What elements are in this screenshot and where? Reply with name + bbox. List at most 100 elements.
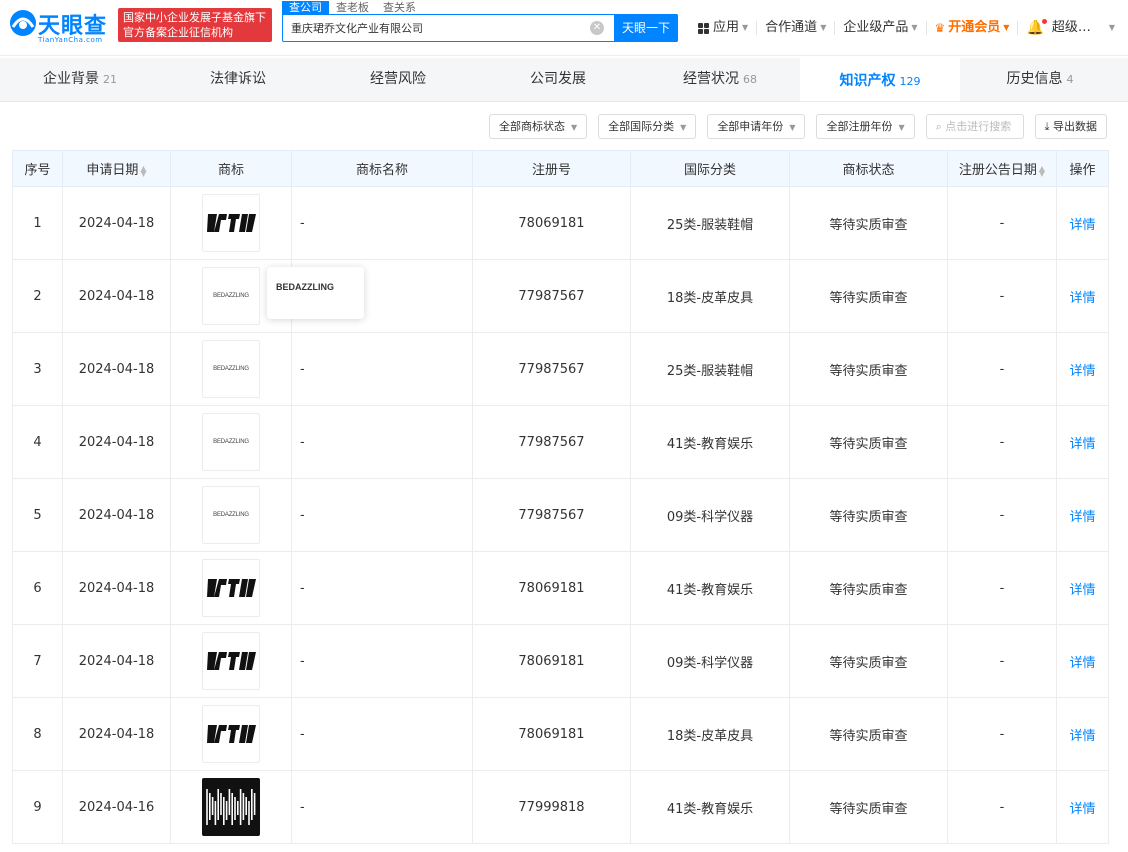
detail-link[interactable]: 详情 — [1069, 218, 1095, 233]
trademark-image[interactable] — [202, 194, 260, 252]
filter-status-dropdown[interactable]: 全部商标状态 ▼ — [489, 114, 588, 139]
cell-intl-class: 09类-科学仪器 — [630, 478, 790, 552]
col-header-apply-date[interactable]: 申请日期 ▲ ▼ — [62, 150, 171, 187]
cell-apply-date: 2024-04-18 — [62, 259, 171, 333]
search-tab-company[interactable]: 查公司 — [282, 1, 329, 15]
clear-icon[interactable]: ✕ — [590, 21, 604, 35]
tab-count: 21 — [103, 73, 117, 86]
nav-partner[interactable]: 合作通道 ▼ — [757, 20, 836, 35]
badge-line-1: 国家中小企业发展子基金旗下 — [123, 11, 266, 24]
detail-link[interactable]: 详情 — [1069, 729, 1095, 744]
cell-intl-class: 25类-服装鞋帽 — [630, 186, 790, 260]
col-header-label: 注册公告日期 — [958, 163, 1037, 178]
table-header-row: 序号 申请日期 ▲ ▼ 商标 商标名称 注册号 国际分类 商标状态 注册公告日期 ▲ ▼… — [12, 150, 1109, 187]
cell-op: 详情 — [1056, 697, 1109, 771]
cell-trademark-name: - — [291, 697, 473, 771]
detail-link[interactable]: 详情 — [1069, 802, 1095, 817]
cell-apply-date: 2024-04-18 — [62, 332, 171, 406]
logo-mark-icon — [10, 10, 36, 36]
cell-pub-date: - — [947, 405, 1057, 479]
search-type-tabs: 查公司 查老板 查关系 — [282, 0, 423, 15]
tianyancha-logo[interactable]: 天眼查 TianYanCha.com — [8, 6, 113, 46]
chevron-down-icon: ▼ — [1108, 23, 1116, 32]
table-row: 4 2024-04-18 BEDAZZLING -77987567 41类-教育娱乐 等待… — [12, 405, 1109, 479]
table-row: 3 2024-04-18 BEDAZZLING -77987567 25类-服装鞋帽 等待… — [12, 332, 1109, 406]
export-button[interactable]: ⤓ 导出数据 — [1034, 114, 1107, 139]
cell-status: 等待实质审查 — [789, 405, 948, 479]
badge-line-2: 官方备案企业征信机构 — [123, 26, 233, 39]
cell-trademark-name: - — [291, 186, 473, 260]
filter-class-dropdown[interactable]: 全部国际分类 ▼ — [598, 114, 697, 139]
sort-icon[interactable]: ▲ ▼ — [1039, 164, 1045, 177]
trademark-image[interactable]: BEDAZZLING — [202, 340, 260, 398]
cell-reg-no: 78069181 — [472, 551, 631, 625]
tab-development[interactable]: 公司发展 — [480, 58, 640, 101]
cell-intl-class: 41类-教育娱乐 — [630, 551, 790, 625]
cell-intl-class: 41类-教育娱乐 — [630, 405, 790, 479]
trademark-image[interactable]: BEDAZZLING — [202, 267, 260, 325]
search-tab-boss[interactable]: 查老板 — [329, 1, 376, 15]
trademark-image[interactable] — [202, 705, 260, 763]
table-row: 7 2024-04-18-78069181 09类-科学仪器 等待实质审查 - 详情 — [12, 624, 1109, 698]
nav-vip[interactable]: ♛ 开通会员 ▼ — [927, 21, 1019, 35]
col-header-pub-date[interactable]: 注册公告日期 ▲ ▼ — [947, 150, 1057, 187]
table-body: 1 2024-04-18-78069181 25类-服装鞋帽 等待实质审查 - 详情 2 20… — [12, 186, 1109, 844]
cell-trademark — [170, 770, 292, 844]
sort-icon[interactable]: ▲ ▼ — [140, 164, 146, 177]
bell-icon[interactable]: 🔔 — [1026, 19, 1047, 35]
trademark-image[interactable]: BEDAZZLING — [202, 413, 260, 471]
cell-apply-date: 2024-04-18 — [62, 551, 171, 625]
tab-history[interactable]: 历史信息 4 — [960, 58, 1120, 101]
trademark-image[interactable]: BEDAZZLING — [202, 486, 260, 544]
filter-search-input[interactable]: ⌕ 点击进行搜索 — [925, 114, 1024, 139]
nav-user-label: 超级… — [1051, 20, 1091, 35]
detail-link[interactable]: 详情 — [1069, 583, 1095, 598]
col-header-label: 申请日期 — [86, 163, 139, 178]
cell-trademark: BEDAZZLING — [170, 332, 292, 406]
cell-apply-date: 2024-04-18 — [62, 624, 171, 698]
nav-user[interactable]: 🔔 超级… ▼ — [1018, 19, 1123, 35]
cell-op: 详情 — [1056, 332, 1109, 406]
cell-reg-no: 77999818 — [472, 770, 631, 844]
tab-risk[interactable]: 经营风险 — [320, 58, 480, 101]
tab-label: 知识产权 — [839, 73, 896, 89]
search-input[interactable] — [283, 15, 613, 41]
cell-reg-no: 77987567 — [472, 478, 631, 552]
table-row: 2 2024-04-18 BEDAZZLING 77987567 18类-皮革皮具 等待实… — [12, 259, 1109, 333]
logo-domain: TianYanCha.com — [38, 36, 103, 44]
chevron-down-icon: ▼ — [1003, 23, 1010, 32]
search-button[interactable]: 天眼一下 — [614, 14, 678, 42]
nav-partner-label: 合作通道 — [765, 20, 818, 35]
nav-app[interactable]: 应用 ▼ — [690, 21, 758, 35]
trademark-image[interactable] — [202, 632, 260, 690]
cell-pub-date: - — [947, 186, 1057, 260]
cell-reg-no: 78069181 — [472, 697, 631, 771]
top-header: 天眼查 TianYanCha.com 国家中小企业发展子基金旗下 官方备案企业征… — [0, 0, 1128, 56]
tab-label: 经营风险 — [370, 71, 426, 87]
cell-no: 1 — [12, 186, 63, 260]
detail-link[interactable]: 详情 — [1069, 656, 1095, 671]
detail-link[interactable]: 详情 — [1069, 291, 1095, 306]
tab-label: 公司发展 — [530, 71, 586, 87]
tab-intellectual-property[interactable]: 知识产权 129 — [800, 58, 960, 101]
search-icon: ⌕ — [935, 120, 942, 133]
cell-no: 9 — [12, 770, 63, 844]
tab-operations[interactable]: 经营状况 68 — [640, 58, 800, 101]
nav-enterprise[interactable]: 企业级产品 ▼ — [835, 21, 927, 35]
table-row: 5 2024-04-18 BEDAZZLING -77987567 09类-科学仪器 等待… — [12, 478, 1109, 552]
cell-status: 等待实质审查 — [789, 697, 948, 771]
cell-pub-date: - — [947, 259, 1057, 333]
tab-legal[interactable]: 法律诉讼 — [160, 58, 320, 101]
tab-enterprise-background[interactable]: 企业背景 21 — [0, 58, 160, 101]
detail-link[interactable]: 详情 — [1069, 364, 1095, 379]
search-box: ✕ 天眼一下 — [282, 14, 678, 42]
detail-link[interactable]: 详情 — [1069, 437, 1095, 452]
detail-link[interactable]: 详情 — [1069, 510, 1095, 525]
filter-reg-year-dropdown[interactable]: 全部注册年份 ▼ — [816, 114, 915, 139]
table-row: 1 2024-04-18-78069181 25类-服装鞋帽 等待实质审查 - 详情 — [12, 186, 1109, 260]
trademark-image[interactable] — [202, 559, 260, 617]
filter-apply-year-dropdown[interactable]: 全部申请年份 ▼ — [707, 114, 806, 139]
trademark-image[interactable] — [202, 778, 260, 836]
search-tab-relation[interactable]: 查关系 — [376, 1, 423, 15]
cell-op: 详情 — [1056, 551, 1109, 625]
